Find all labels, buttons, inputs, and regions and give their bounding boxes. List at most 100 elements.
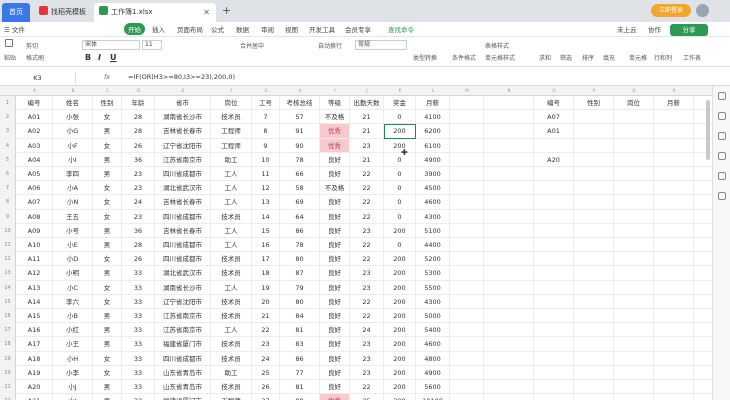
tab-workbook[interactable]: 工作簿1.xlsx ✕ [94,3,216,22]
menu-page-layout[interactable]: 页面布局 [177,24,203,34]
cell[interactable]: 81 [280,380,320,395]
cell[interactable]: 23 [350,223,384,238]
header-cell[interactable]: 性别 [574,96,614,111]
cell[interactable] [614,280,654,295]
cell[interactable]: 男 [93,309,122,324]
cell[interactable] [574,124,614,139]
row-number[interactable]: 13 [0,266,16,281]
cell[interactable]: 28 [122,238,155,253]
font-name-select[interactable]: 宋体 [82,40,140,50]
cell[interactable]: 33 [122,280,155,295]
column-header[interactable]: L [416,86,450,96]
cell[interactable]: 22 [350,167,384,182]
cell[interactable]: 良好 [320,195,350,210]
cell[interactable]: 湖南省长沙市 [155,110,211,125]
selected-cell[interactable]: 200 [384,124,416,139]
cell[interactable] [654,181,694,196]
select-all-corner[interactable] [0,86,16,96]
cell[interactable]: 200 [384,323,416,338]
header-cell[interactable]: 岗位 [614,96,654,111]
cell[interactable]: 女 [93,365,122,380]
cell[interactable] [614,351,654,366]
cell[interactable] [614,266,654,281]
cell[interactable]: 工人 [211,181,252,196]
cell[interactable]: 技术员 [211,209,252,224]
cell[interactable]: 57 [280,110,320,125]
cell[interactable]: 80 [280,294,320,309]
column-header[interactable]: D [122,86,155,96]
cell[interactable] [450,309,484,324]
cell[interactable]: 23 [350,266,384,281]
cell[interactable]: 64 [280,209,320,224]
cell[interactable]: 王五 [53,209,93,224]
column-header[interactable]: M [450,86,484,96]
menu-view[interactable]: 视图 [285,24,298,34]
sum-button[interactable]: 求和 [539,53,551,62]
cell[interactable]: 13 [252,195,280,210]
cell[interactable]: 200 [384,365,416,380]
cell[interactable] [654,365,694,380]
cell[interactable] [534,238,574,253]
cell[interactable] [654,152,694,167]
cell[interactable]: 33 [122,266,155,281]
cell[interactable] [450,365,484,380]
cell[interactable]: 湖南省长沙市 [155,280,211,295]
cell[interactable] [654,124,694,139]
cell[interactable]: 0 [384,238,416,253]
cell[interactable] [484,110,534,125]
cell[interactable] [484,124,534,139]
row-number[interactable]: 5 [0,152,16,167]
wrap-button[interactable]: 自动换行 [318,41,342,50]
cell[interactable]: 4400 [416,238,450,253]
cell[interactable] [614,394,654,400]
cell[interactable] [614,195,654,210]
cell[interactable]: 男 [93,394,122,400]
cell[interactable]: A21 [16,394,53,400]
panel-icon-4[interactable] [718,152,726,160]
column-header[interactable]: J [350,86,384,96]
cell[interactable]: 200 [384,309,416,324]
search-command[interactable]: 查找命令 [388,24,414,34]
header-cell[interactable]: 省市 [155,96,211,111]
cell[interactable]: 小J [53,380,93,395]
cell[interactable]: 23 [122,181,155,196]
cell[interactable]: 5600 [416,380,450,395]
cell[interactable]: 10 [252,152,280,167]
cell[interactable]: 小F [53,138,93,153]
cell[interactable]: A11 [16,252,53,267]
cell[interactable]: 16 [252,238,280,253]
cell[interactable]: 22 [350,209,384,224]
cell[interactable]: 女 [93,209,122,224]
cell[interactable]: A14 [16,294,53,309]
cell[interactable]: A04 [16,152,53,167]
cell[interactable] [574,152,614,167]
number-format-select[interactable]: 常规 [355,40,407,50]
row-number[interactable]: 9 [0,209,16,224]
cell[interactable] [484,323,534,338]
formula-input[interactable]: =IF(OR(H3>=80,I3>=23),200,0) [128,73,235,81]
cell[interactable] [484,223,534,238]
cell[interactable]: 33 [122,323,155,338]
cell[interactable]: 69 [280,195,320,210]
menu-developer[interactable]: 开发工具 [309,24,335,34]
cell[interactable] [484,380,534,395]
cell[interactable]: 助工 [211,365,252,380]
file-menu[interactable]: ☰ 文件 [4,24,25,34]
column-header[interactable]: P [574,86,614,96]
cell[interactable] [654,294,694,309]
cell[interactable]: A10 [16,238,53,253]
cell[interactable]: 200 [384,380,416,395]
cell[interactable]: 36 [122,223,155,238]
header-cell[interactable]: 年龄 [122,96,155,111]
cell[interactable]: 25 [350,394,384,400]
cell[interactable] [574,365,614,380]
cell[interactable]: 小C [53,280,93,295]
cell[interactable] [574,110,614,125]
row-number[interactable]: 22 [0,394,16,400]
cell[interactable] [574,294,614,309]
cell[interactable]: A01 [534,124,574,139]
cell[interactable]: 不及格 [320,110,350,125]
cell[interactable] [450,266,484,281]
cell[interactable]: 10100 [416,394,450,400]
cell[interactable]: 200 [384,351,416,366]
